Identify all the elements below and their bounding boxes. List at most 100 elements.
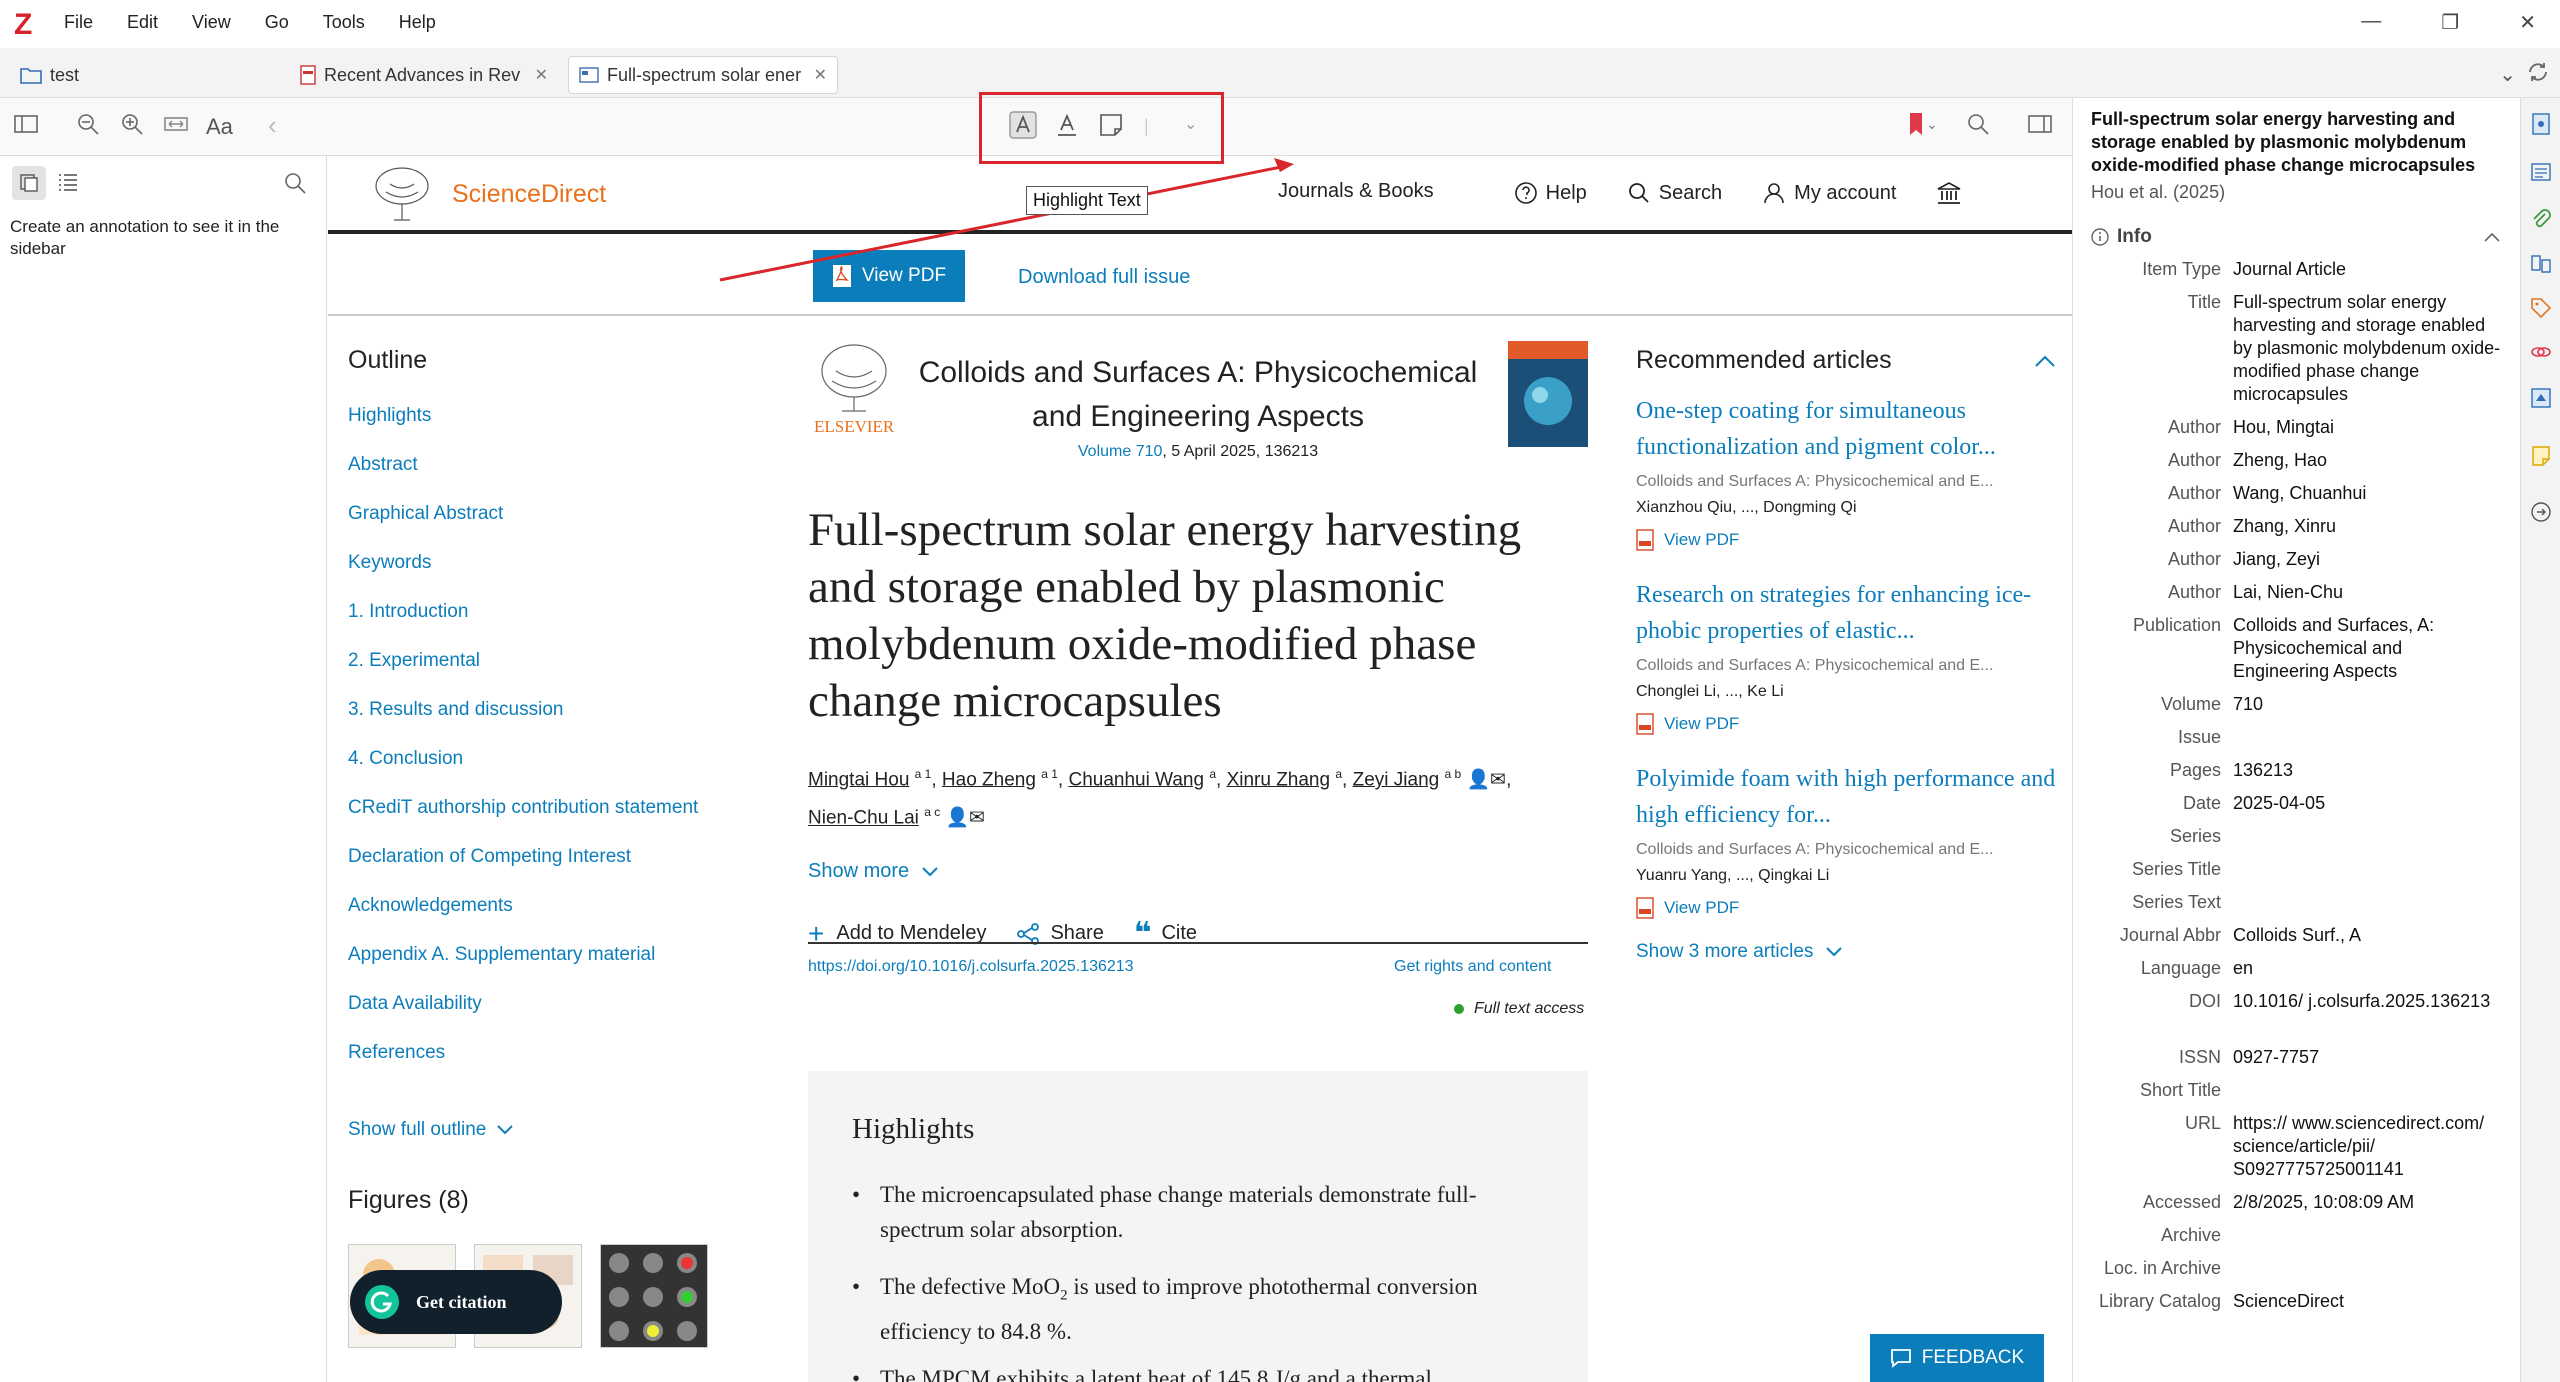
menu-file[interactable]: File — [64, 12, 93, 33]
outline-item[interactable]: References — [348, 1042, 768, 1091]
info-field-value[interactable]: en — [2233, 957, 2503, 980]
libraries-collections-icon[interactable] — [2529, 252, 2553, 276]
nav-my-account[interactable]: My account — [1762, 180, 1896, 206]
volume-link[interactable]: Volume 710 — [1078, 443, 1163, 460]
info-field-value[interactable]: Colloids and Surfaces, A: Physicochemica… — [2233, 614, 2503, 683]
menu-go[interactable]: Go — [265, 12, 289, 33]
recommended-view-pdf[interactable]: View PDF — [1636, 897, 2056, 919]
info-field-value[interactable]: 2025-04-05 — [2233, 792, 2503, 815]
figure-thumbnail[interactable] — [600, 1244, 708, 1348]
info-field-value[interactable]: Colloids Surf., A — [2233, 924, 2503, 947]
open-in-new-icon[interactable] — [2529, 500, 2553, 524]
tab-full-spectrum[interactable]: Full-spectrum solar ener ✕ — [568, 56, 838, 94]
author-link[interactable]: Zeyi Jiang — [1353, 769, 1440, 790]
toggle-context-pane-icon[interactable] — [2026, 110, 2060, 144]
show-more-button[interactable]: Show more — [808, 860, 939, 883]
add-to-mendeley-button[interactable]: + Add to Mendeley — [808, 918, 986, 950]
outline-item[interactable]: Highlights — [348, 405, 768, 454]
minimize-icon[interactable]: — — [2361, 10, 2381, 35]
info-field-value[interactable]: Full-spectrum solar energy harvesting an… — [2233, 291, 2503, 406]
menu-edit[interactable]: Edit — [127, 12, 158, 33]
show-full-outline-link[interactable]: Show full outline — [348, 1105, 768, 1154]
abstract-icon[interactable] — [2529, 160, 2553, 184]
info-field-value[interactable]: 2/8/2025, 10:08:09 AM — [2233, 1191, 2503, 1214]
tabs-dropdown-icon[interactable]: ⌄ — [2499, 62, 2516, 87]
author-link[interactable]: Mingtai Hou — [808, 769, 909, 790]
menu-tools[interactable]: Tools — [323, 12, 365, 33]
outline-item[interactable]: 4. Conclusion — [348, 748, 768, 797]
toggle-sidebar-icon[interactable] — [12, 110, 46, 144]
search-annotations-icon[interactable] — [282, 170, 308, 196]
notes-icon[interactable] — [2529, 444, 2553, 468]
outline-item[interactable]: 3. Results and discussion — [348, 699, 768, 748]
sciencedirect-logo[interactable]: ScienceDirect — [452, 180, 606, 209]
back-icon[interactable]: ‹ — [268, 110, 302, 144]
cite-button[interactable]: ❝ Cite — [1134, 916, 1197, 951]
outline-item[interactable]: Keywords — [348, 552, 768, 601]
info-field-value[interactable]: ScienceDirect — [2233, 1290, 2503, 1313]
author-link[interactable]: Xinru Zhang — [1227, 769, 1331, 790]
info-field-value[interactable]: https:// www.sciencedirect.com/ science/… — [2233, 1112, 2503, 1181]
doi-link[interactable]: https://doi.org/10.1016/j.colsurfa.2025.… — [808, 958, 1134, 976]
recommended-title-link[interactable]: Polyimide foam with high performance and… — [1636, 761, 2056, 833]
info-field-value[interactable]: 710 — [2233, 693, 2503, 716]
bookmark-dropdown-icon[interactable]: ⌄ — [1926, 116, 1960, 150]
get-citation-button[interactable]: Get citation — [350, 1270, 562, 1334]
show-more-articles-link[interactable]: Show 3 more articles — [1636, 941, 2056, 963]
zoom-out-icon[interactable] — [74, 110, 108, 144]
info-field-value[interactable]: Hou, Mingtai — [2233, 416, 2503, 439]
journal-title[interactable]: Colloids and Surfaces A: Physicochemical… — [918, 351, 1478, 439]
info-pane-icon[interactable] — [2529, 112, 2553, 136]
sync-icon[interactable] — [2526, 60, 2550, 84]
item-title-header[interactable]: Full-spectrum solar energy harvesting an… — [2091, 108, 2511, 177]
attachments-icon[interactable] — [2529, 208, 2553, 232]
outline-item[interactable]: Data Availability — [348, 993, 768, 1042]
info-field-value[interactable]: Zhang, Xinru — [2233, 515, 2503, 538]
close-window-icon[interactable]: ✕ — [2519, 10, 2536, 35]
fit-width-icon[interactable] — [162, 110, 196, 144]
info-section-header[interactable]: Info — [2091, 226, 2501, 248]
nav-search[interactable]: Search — [1627, 180, 1722, 206]
feedback-button[interactable]: FEEDBACK — [1870, 1334, 2044, 1382]
close-tab-icon[interactable]: ✕ — [535, 65, 548, 85]
author-link[interactable]: Chuanhui Wang — [1068, 769, 1204, 790]
outline-item[interactable]: Abstract — [348, 454, 768, 503]
recommended-title-link[interactable]: One-step coating for simultaneous functi… — [1636, 393, 2056, 465]
info-field-value[interactable]: Wang, Chuanhui — [2233, 482, 2503, 505]
author-link[interactable]: Hao Zheng — [942, 769, 1036, 790]
outline-item[interactable]: 1. Introduction — [348, 601, 768, 650]
elsevier-logo[interactable] — [814, 341, 894, 413]
related-icon[interactable] — [2529, 340, 2553, 364]
info-field-value[interactable]: Journal Article — [2233, 258, 2503, 281]
recommended-title-link[interactable]: Research on strategies for enhancing ice… — [1636, 577, 2056, 649]
close-tab-icon[interactable]: ✕ — [814, 65, 827, 85]
info-field-value[interactable]: Lai, Nien-Chu — [2233, 581, 2503, 604]
outline-item[interactable]: 2. Experimental — [348, 650, 768, 699]
info-field-value[interactable]: Zheng, Hao — [2233, 449, 2503, 472]
nav-help[interactable]: Help — [1514, 180, 1587, 206]
recommended-view-pdf[interactable]: View PDF — [1636, 713, 2056, 735]
info-field-value[interactable]: 136213 — [2233, 759, 2503, 782]
restore-icon[interactable]: ❐ — [2441, 10, 2459, 35]
tags-icon[interactable] — [2529, 296, 2553, 320]
info-field-value[interactable]: 10.1016/ j.colsurfa.2025.136213 — [2233, 990, 2503, 1013]
elsevier-tree-logo[interactable] — [370, 164, 434, 224]
info-field-value[interactable]: Jiang, Zeyi — [2233, 548, 2503, 571]
rights-link[interactable]: Get rights and content — [1394, 958, 1551, 976]
menu-help[interactable]: Help — [399, 12, 436, 33]
zoom-in-icon[interactable] — [118, 110, 152, 144]
recommended-view-pdf[interactable]: View PDF — [1636, 529, 2056, 551]
outline-item[interactable]: CRediT authorship contribution statement — [348, 797, 768, 846]
outline-item[interactable]: Graphical Abstract — [348, 503, 768, 552]
tab-library-test[interactable]: test — [10, 56, 89, 94]
recommended-header[interactable]: Recommended articles — [1636, 346, 2056, 375]
appearance-button[interactable]: Aa — [206, 114, 240, 148]
outline-item[interactable]: Declaration of Competing Interest — [348, 846, 768, 895]
author-link[interactable]: Nien-Chu Lai — [808, 808, 919, 829]
outline-view-icon[interactable] — [56, 170, 80, 194]
outline-item[interactable]: Appendix A. Supplementary material — [348, 944, 768, 993]
info-field-value[interactable]: 0927-7757 — [2233, 1046, 2503, 1069]
locate-icon[interactable] — [2529, 386, 2553, 410]
outline-item[interactable]: Acknowledgements — [348, 895, 768, 944]
institution-icon[interactable] — [1936, 180, 1962, 206]
